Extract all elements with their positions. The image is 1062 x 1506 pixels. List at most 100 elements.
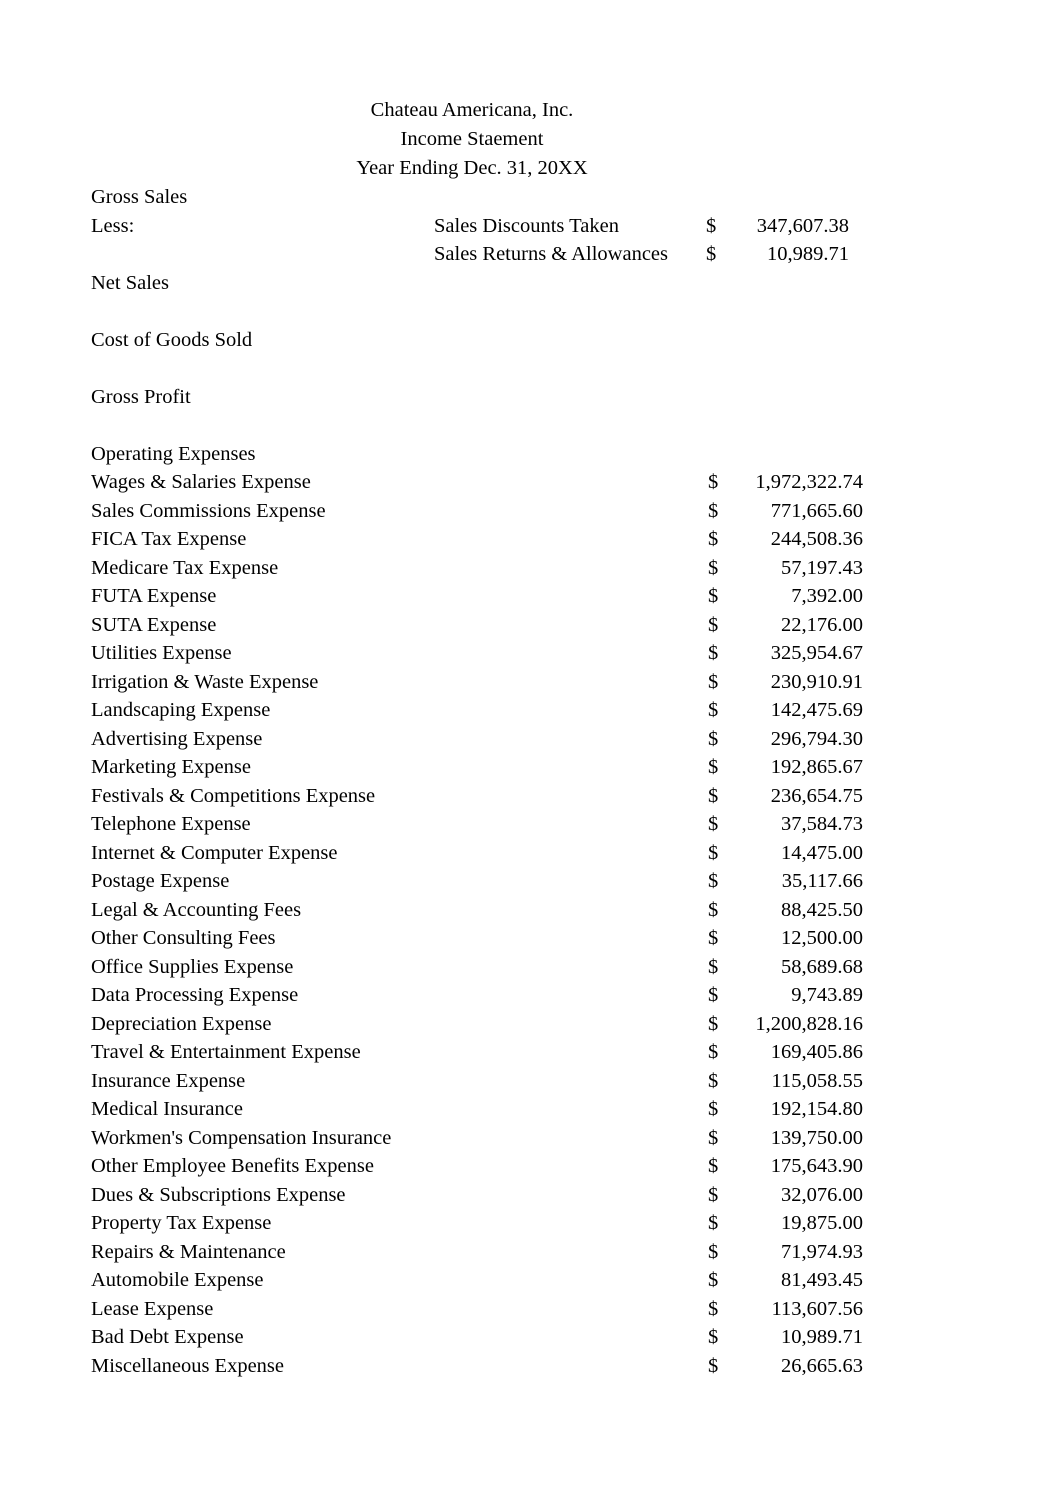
expense-amount: 113,607.56 [771,1297,864,1320]
expense-label: Telephone Expense [91,813,251,835]
expense-currency-symbol: $ [708,813,719,835]
expense-currency-symbol: $ [708,556,719,579]
expense-amount: 7,392.00 [791,585,863,607]
expense-currency-symbol: $ [708,1183,719,1206]
expense-currency-symbol: $ [708,870,719,892]
expense-amount: 1,972,322.74 [755,471,863,493]
expense-amount: 325,954.67 [770,642,863,664]
expense-label: FICA Tax Expense [91,528,247,550]
expense-row: Dues & Subscriptions Expense $32,076.00 [91,1181,863,1210]
expense-amount: 14,475.00 [781,841,863,864]
expense-currency-symbol: $ [708,984,719,1006]
expense-currency-symbol: $ [708,1012,719,1035]
expense-amount: 9,743.89 [791,984,863,1006]
expense-currency-symbol: $ [708,955,719,978]
expense-amount: 230,910.91 [770,670,863,693]
expense-currency-symbol: $ [708,1297,719,1320]
expense-amount: 12,500.00 [781,927,863,949]
statement-body: Gross Sales Less: Sales Discounts Taken … [91,183,863,1380]
expense-label: Repairs & Maintenance [91,1240,286,1263]
expense-currency-symbol: $ [708,1269,719,1291]
expense-label: Data Processing Expense [91,984,299,1006]
expense-label: Other Consulting Fees [91,927,276,949]
expense-currency-symbol: $ [708,1212,719,1234]
expense-label: Dues & Subscriptions Expense [91,1183,346,1206]
expense-amount: 10,989.71 [781,1326,863,1348]
expense-label: Utilities Expense [91,642,232,664]
expense-amount: 58,689.68 [781,955,863,978]
expense-row: Workmen's Compensation Insurance $139,750… [91,1124,863,1153]
expense-currency-symbol: $ [708,1326,719,1348]
expense-row: Marketing Expense $192,865.67 [91,753,863,782]
expense-row: Wages & Salaries Expense $1,972,322.74 [91,468,863,497]
expense-label: Office Supplies Expense [91,955,294,978]
deduction-label: Sales Returns & Allowances [434,243,669,265]
expense-amount: 169,405.86 [770,1041,863,1063]
expense-label: Depreciation Expense [91,1012,272,1035]
row-less-sales-discounts: Less: Sales Discounts Taken $ 347,607.38 [91,212,851,241]
expense-row: Other Employee Benefits Expense $175,643.… [91,1152,863,1181]
expense-label: Wages & Salaries Expense [91,471,311,493]
expense-label: Automobile Expense [91,1269,264,1291]
expense-currency-symbol: $ [708,699,719,721]
expense-currency-symbol: $ [708,528,719,550]
expense-amount: 192,865.67 [770,756,863,778]
expense-label: Property Tax Expense [91,1212,272,1234]
expense-amount: 175,643.90 [770,1155,863,1177]
expense-row: Bad Debt Expense $10,989.71 [91,1323,863,1352]
expense-row: Office Supplies Expense $58,689.68 [91,953,863,982]
statement-period: Year Ending Dec. 31, 20XX [356,157,588,179]
expense-label: Lease Expense [91,1297,214,1320]
expense-label: Workmen's Compensation Insurance [91,1126,392,1149]
expense-currency-symbol: $ [708,613,719,636]
expense-currency-symbol: $ [708,927,719,949]
expense-row: Medicare Tax Expense $57,197.43 [91,554,863,583]
expense-row: Property Tax Expense $19,875.00 [91,1209,863,1238]
expense-label: SUTA Expense [91,613,217,636]
expense-label: Travel & Entertainment Expense [91,1041,361,1063]
expense-row: Insurance Expense $115,058.55 [91,1067,863,1096]
expense-label: Irrigation & Waste Expense [91,670,319,693]
expense-label: Miscellaneous Expense [91,1354,284,1377]
expense-currency-symbol: $ [708,784,719,807]
statement-title: Income Staement [400,128,544,150]
expense-amount: 142,475.69 [770,699,863,721]
expense-label: Postage Expense [91,870,230,892]
expense-currency-symbol: $ [708,898,719,921]
expense-row: Landscaping Expense $142,475.69 [91,696,863,725]
expense-amount: 192,154.80 [770,1098,863,1120]
expense-amount: 296,794.30 [770,727,863,750]
expense-row: Legal & Accounting Fees $88,425.50 [91,896,863,925]
statement-header: Chateau Americana, Inc. Income Staement … [91,96,853,183]
expense-amount: 71,974.93 [781,1240,863,1263]
expense-currency-symbol: $ [708,1240,719,1263]
expense-currency-symbol: $ [708,585,719,607]
expense-row: Other Consulting Fees $12,500.00 [91,924,863,953]
expense-amount: 115,058.55 [771,1069,864,1092]
expense-amount: 22,176.00 [781,613,863,636]
expense-amount: 88,425.50 [781,898,863,921]
deduction-currency: $ [706,243,717,265]
expense-currency-symbol: $ [708,1041,719,1063]
expense-amount: 244,508.36 [770,528,863,550]
expense-label: Legal & Accounting Fees [91,898,302,921]
row-cost-of-goods-sold: Cost of Goods Sold [91,326,851,355]
expense-label: FUTA Expense [91,585,217,607]
gross-profit-label: Gross Profit [91,385,191,408]
row-gross-profit: Gross Profit [91,383,851,412]
expense-row: Telephone Expense $37,584.73 [91,810,863,839]
expense-line-items: Wages & Salaries Expense $1,972,322.74 Sal… [91,468,863,1380]
income-statement-page: Chateau Americana, Inc. Income Staement … [0,0,1062,1506]
expense-amount: 139,750.00 [770,1126,863,1149]
operating-expenses-label: Operating Expenses [91,442,256,465]
expense-row: FICA Tax Expense $244,508.36 [91,525,863,554]
expense-row: Sales Commissions Expense $771,665.60 [91,497,863,526]
expense-currency-symbol: $ [708,499,719,522]
expense-row: Festivals & Competitions Expense $236,654… [91,782,863,811]
expense-row: Internet & Computer Expense $14,475.00 [91,839,863,868]
expense-amount: 771,665.60 [770,499,863,522]
expense-row: Data Processing Expense $9,743.89 [91,981,863,1010]
spacer-row [91,297,851,326]
deduction-currency: $ [706,214,717,237]
expense-label: Advertising Expense [91,727,263,750]
